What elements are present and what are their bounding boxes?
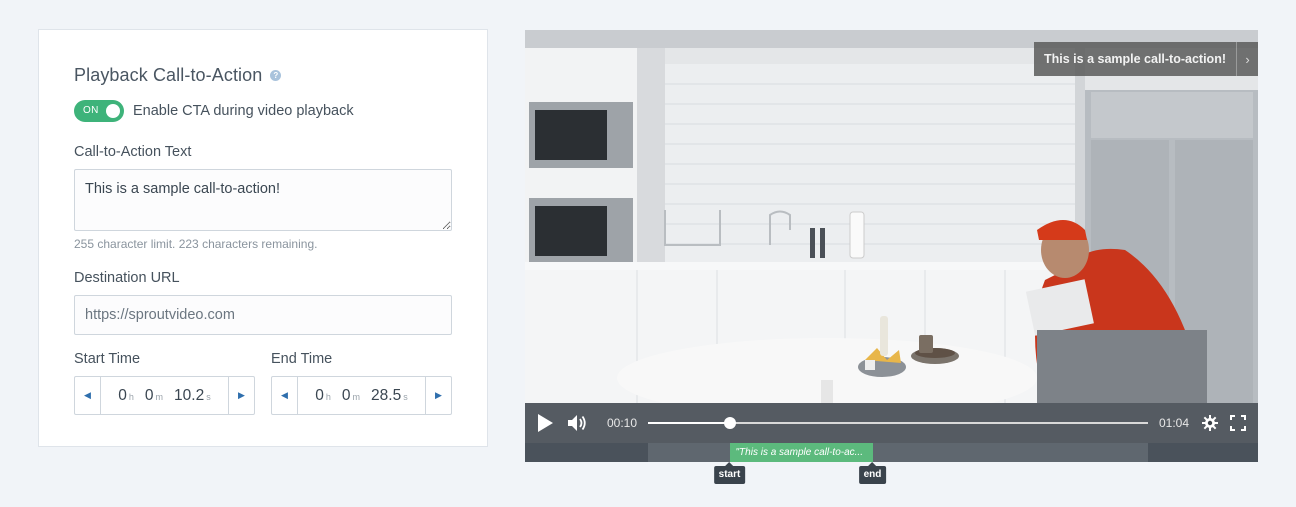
caret-right-icon: ▶ [238,390,245,400]
start-time-stepper: ◀ 0h 0m 10.2 s ▶ [74,376,255,415]
start-seconds: 10.2 [174,386,205,404]
end-time-decrement-button[interactable]: ◀ [272,377,298,414]
toggle-description: Enable CTA during video playback [133,103,354,119]
start-time-decrement-button[interactable]: ◀ [75,377,101,414]
video-frame [525,30,1258,403]
start-minutes: 0 [144,386,154,404]
cta-toggle-row: ON Enable CTA during video playback [74,100,354,122]
panel-title: Playback Call-to-Action ? [74,65,282,86]
seconds-unit: s [206,391,211,402]
caret-left-icon: ◀ [84,390,91,400]
hours-unit: h [325,391,331,402]
panel-title-text: Playback Call-to-Action [74,65,263,85]
cta-range-bar[interactable]: "This is a sample call-to-ac... [729,443,873,462]
hours-unit: h [128,391,134,402]
character-limit-hint: 255 character limit. 223 characters rema… [74,237,318,251]
minutes-unit: m [155,391,164,402]
start-time-increment-button[interactable]: ▶ [228,377,254,414]
question-circle-icon[interactable]: ? [270,70,282,81]
volume-icon[interactable] [568,414,588,432]
player-controls: 00:10 01:04 [525,403,1258,443]
progress-handle[interactable] [723,417,736,429]
toggle-knob [106,104,120,118]
progress-bar[interactable] [648,417,1148,429]
end-hours: 0 [315,386,324,404]
cta-end-marker[interactable]: end [858,462,887,484]
start-time-value[interactable]: 0h 0m 10.2 s [101,377,228,414]
current-time: 00:10 [607,416,638,430]
destination-url-input[interactable] [74,295,452,335]
minutes-unit: m [352,391,361,402]
caret-left-icon: ◀ [281,390,288,400]
cta-overlay-text: This is a sample call-to-action! [1044,52,1226,66]
end-time-value[interactable]: 0h 0m 28.5 s [298,377,425,414]
seconds-unit: s [403,391,408,402]
cta-text-field[interactable] [74,169,452,231]
end-time-label: End Time [271,351,333,367]
end-minutes: 0 [341,386,351,404]
start-time-label: Start Time [74,351,141,367]
start-hours: 0 [118,386,127,404]
end-time-increment-button[interactable]: ▶ [425,377,451,414]
end-time-stepper: ◀ 0h 0m 28.5 s ▶ [271,376,452,415]
caret-right-icon: ▶ [435,390,442,400]
total-duration: 01:04 [1159,416,1190,430]
cta-settings-panel: Playback Call-to-Action ? ON Enable CTA … [38,29,488,447]
destination-url-label: Destination URL [74,270,180,286]
gear-icon[interactable] [1202,415,1218,431]
progress-played [648,422,730,424]
end-seconds: 28.5 [371,386,402,404]
cta-enable-toggle[interactable]: ON [74,100,124,122]
fullscreen-icon[interactable] [1230,415,1246,431]
cta-overlay-button[interactable]: This is a sample call-to-action! › [1034,42,1258,76]
cta-timeline: "This is a sample call-to-ac... [525,443,1258,462]
chevron-right-icon: › [1236,42,1258,76]
play-icon[interactable] [536,414,554,432]
toggle-state-label: ON [83,105,99,116]
cta-start-marker[interactable]: start [713,462,746,484]
cta-timeline-track[interactable]: "This is a sample call-to-ac... [648,443,1148,462]
video-player[interactable]: This is a sample call-to-action! › 00:10… [525,30,1258,462]
cta-text-label: Call-to-Action Text [74,144,192,160]
